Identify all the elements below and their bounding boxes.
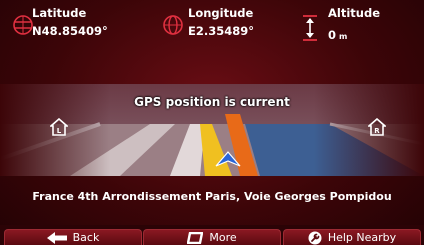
latitude-value: N48.85409° xyxy=(32,24,108,38)
svg-text:L: L xyxy=(57,127,62,135)
wrench-icon xyxy=(308,231,322,244)
current-address: France 4th Arrondissement Paris, Voie Ge… xyxy=(32,190,392,203)
globe-latitude-icon xyxy=(13,15,33,35)
longitude-value: E2.35489° xyxy=(188,24,254,38)
latitude-block: Latitude N48.85409° xyxy=(8,6,148,58)
svg-text:R: R xyxy=(374,127,380,135)
more-icon xyxy=(187,231,204,244)
globe-longitude-icon xyxy=(163,15,183,35)
altitude-unit: m xyxy=(339,32,348,41)
help-label: Help Nearby xyxy=(327,231,397,244)
gps-status: GPS position is current xyxy=(134,95,290,109)
back-label: Back xyxy=(72,231,100,244)
home-left-icon[interactable]: L xyxy=(50,118,68,136)
altitude-number: 0 xyxy=(328,28,337,42)
altitude-value: 0m xyxy=(328,28,347,42)
altitude-block: Altitude 0m xyxy=(300,6,420,58)
longitude-block: Longitude E2.35489° xyxy=(160,6,300,58)
latitude-label: Latitude xyxy=(32,6,87,20)
longitude-label: Longitude xyxy=(188,6,254,20)
altitude-icon xyxy=(303,15,317,41)
more-button[interactable]: More xyxy=(143,229,281,245)
more-label: More xyxy=(209,231,237,244)
help-nearby-button[interactable]: Help Nearby xyxy=(283,229,421,245)
home-right-icon[interactable]: R xyxy=(368,118,386,136)
arrow-left-icon xyxy=(46,231,67,244)
back-button[interactable]: Back xyxy=(4,229,142,245)
altitude-label: Altitude xyxy=(328,6,380,20)
